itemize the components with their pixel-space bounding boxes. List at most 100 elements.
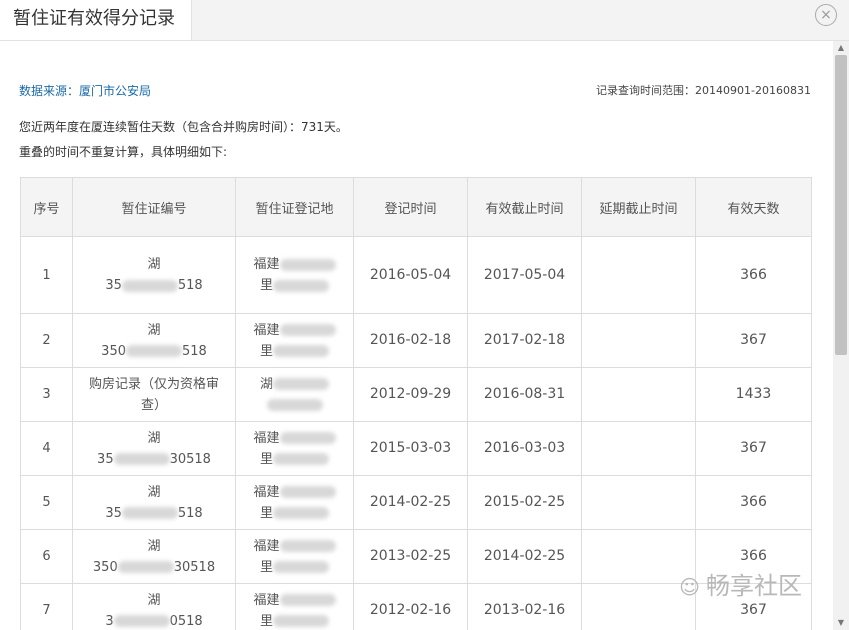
permit-id-tail: 518	[177, 505, 203, 521]
cell-valid-until: 2017-05-04	[467, 236, 582, 314]
redacted-mark	[273, 615, 329, 627]
col-header-valid-until: 有效截止时间	[467, 177, 582, 237]
cell-valid-days: 366	[695, 475, 812, 530]
cell-valid-until: 2017-02-18	[467, 313, 582, 368]
records-table: 序号 暂住证编号 暂住证登记地 登记时间 有效截止时间 延期截止时间 有效天数 …	[20, 177, 812, 630]
redacted-mark	[113, 615, 170, 627]
cell-valid-until: 2016-08-31	[467, 367, 582, 422]
permit-id-prefix: 查）	[140, 397, 167, 413]
col-header-valid-days: 有效天数	[695, 177, 812, 237]
table-row: 1 湖 35 518 福建里 2016-05-04 2017-05-04 366	[20, 236, 812, 314]
permit-id-tail: 30518	[173, 559, 216, 575]
permit-id-line1: 购房记录（仅为资格审	[88, 376, 219, 392]
redacted-mark	[279, 486, 336, 498]
close-icon[interactable]: ×	[815, 4, 837, 26]
cell-valid-until: 2015-02-25	[467, 475, 582, 530]
permit-id-line1: 湖	[147, 484, 161, 500]
cell-permit-place: 福建里	[235, 421, 354, 476]
permit-id-line1: 湖	[147, 538, 161, 554]
cell-reg-date: 2016-02-18	[353, 313, 468, 368]
cell-permit-place: 福建里	[235, 236, 354, 314]
cell-valid-days: 367	[695, 421, 812, 476]
cell-permit-id: 湖 35 518	[72, 475, 236, 530]
redacted-mark	[266, 399, 323, 411]
cell-seq: 4	[20, 421, 73, 476]
cell-extension	[581, 475, 696, 530]
permit-id-tail: 0518	[169, 613, 203, 629]
table-row: 4 湖 35 30518 福建里 2015-03-03 2016-03-03 367	[20, 421, 812, 476]
cell-valid-until: 2013-02-16	[467, 583, 582, 630]
cell-permit-place: 福建里	[235, 475, 354, 530]
redacted-mark	[273, 507, 329, 519]
permit-id-prefix: 35	[105, 278, 122, 293]
redacted-mark	[279, 540, 336, 552]
cell-reg-date: 2014-02-25	[353, 475, 468, 530]
redacted-mark	[279, 324, 336, 336]
place-line1: 福建	[253, 538, 280, 554]
cell-seq: 2	[20, 313, 73, 368]
scroll-up-icon[interactable]: ▲	[833, 41, 849, 55]
cell-extension	[581, 421, 696, 476]
permit-id-line1: 湖	[147, 257, 161, 272]
place-line1: 福建	[253, 257, 280, 272]
cell-valid-until: 2016-03-03	[467, 421, 582, 476]
cell-seq: 7	[20, 583, 73, 630]
redacted-mark	[117, 561, 174, 573]
cell-permit-place: 福建里	[235, 313, 354, 368]
data-source: 数据来源：厦门市公安局	[19, 84, 152, 98]
cell-extension	[581, 236, 696, 314]
dialog-content: 数据来源：厦门市公安局 记录查询时间范围：20140901-20160831 您…	[0, 41, 832, 630]
meta-row: 数据来源：厦门市公安局 记录查询时间范围：20140901-20160831	[19, 81, 811, 101]
cell-seq: 3	[20, 367, 73, 422]
scroll-down-icon[interactable]: ▼	[833, 616, 849, 630]
permit-id-prefix: 350	[101, 343, 126, 359]
cell-permit-id: 湖 350 518	[72, 313, 236, 368]
cell-valid-until: 2014-02-25	[467, 529, 582, 584]
cell-permit-id: 湖 35 518	[72, 236, 236, 314]
place-line2: 里	[259, 451, 273, 467]
redacted-mark	[126, 345, 182, 357]
permit-id-prefix: 35	[105, 505, 122, 521]
permit-id-prefix: 350	[92, 559, 118, 575]
cell-permit-id: 湖 3 0518	[72, 583, 236, 630]
place-line2: 里	[259, 278, 273, 293]
vertical-scrollbar[interactable]: ▲ ▼	[833, 41, 849, 630]
redacted-mark	[273, 561, 329, 573]
redacted-mark	[273, 345, 329, 357]
redacted-mark	[273, 378, 329, 390]
permit-id-tail: 518	[182, 343, 207, 359]
table-row: 5 湖 35 518 福建里 2014-02-25 2015-02-25 366	[20, 475, 812, 530]
query-range: 记录查询时间范围：20140901-20160831	[596, 84, 811, 97]
col-header-permit-id: 暂住证编号	[72, 177, 236, 237]
permit-id-prefix: 35	[97, 451, 114, 467]
scrollbar-thumb[interactable]	[835, 55, 847, 355]
place-line2: 里	[259, 505, 273, 521]
redacted-mark	[113, 453, 170, 465]
dialog-header: 暂住证有效得分记录 ×	[0, 0, 849, 41]
cell-reg-date: 2012-02-16	[353, 583, 468, 630]
table-row: 2 湖 350 518 福建里 2016-02-18 2017-02-18 367	[20, 313, 812, 368]
cell-permit-id: 购房记录（仅为资格审 查）	[72, 367, 236, 422]
summary-note: 您近两年度在厦连续暂住天数（包含合并购房时间）：731天。	[19, 120, 348, 134]
col-header-seq: 序号	[20, 177, 73, 237]
place-line2: 里	[259, 343, 273, 359]
cell-seq: 1	[20, 236, 73, 314]
place-line1: 福建	[253, 322, 280, 338]
cell-reg-date: 2012-09-29	[353, 367, 468, 422]
permit-id-line1: 湖	[147, 322, 161, 338]
place-line1: 福建	[253, 484, 280, 500]
place-line1: 福建	[253, 592, 280, 608]
cell-permit-id: 湖 350 30518	[72, 529, 236, 584]
permit-id-prefix: 3	[105, 613, 114, 629]
cell-permit-place: 湖	[235, 367, 354, 422]
watermark: ☺ 畅享社区	[679, 571, 802, 602]
cell-permit-id: 湖 35 30518	[72, 421, 236, 476]
permit-id-tail: 518	[177, 278, 203, 293]
redacted-mark	[273, 279, 329, 292]
watermark-text: 畅享社区	[706, 572, 802, 600]
place-line2: 里	[259, 559, 273, 575]
cell-extension	[581, 367, 696, 422]
place-line1: 湖	[259, 376, 273, 392]
table-row: 3 购房记录（仅为资格审 查） 湖 2012-09-29 2016-08-31 1…	[20, 367, 812, 422]
redacted-mark	[279, 258, 336, 271]
